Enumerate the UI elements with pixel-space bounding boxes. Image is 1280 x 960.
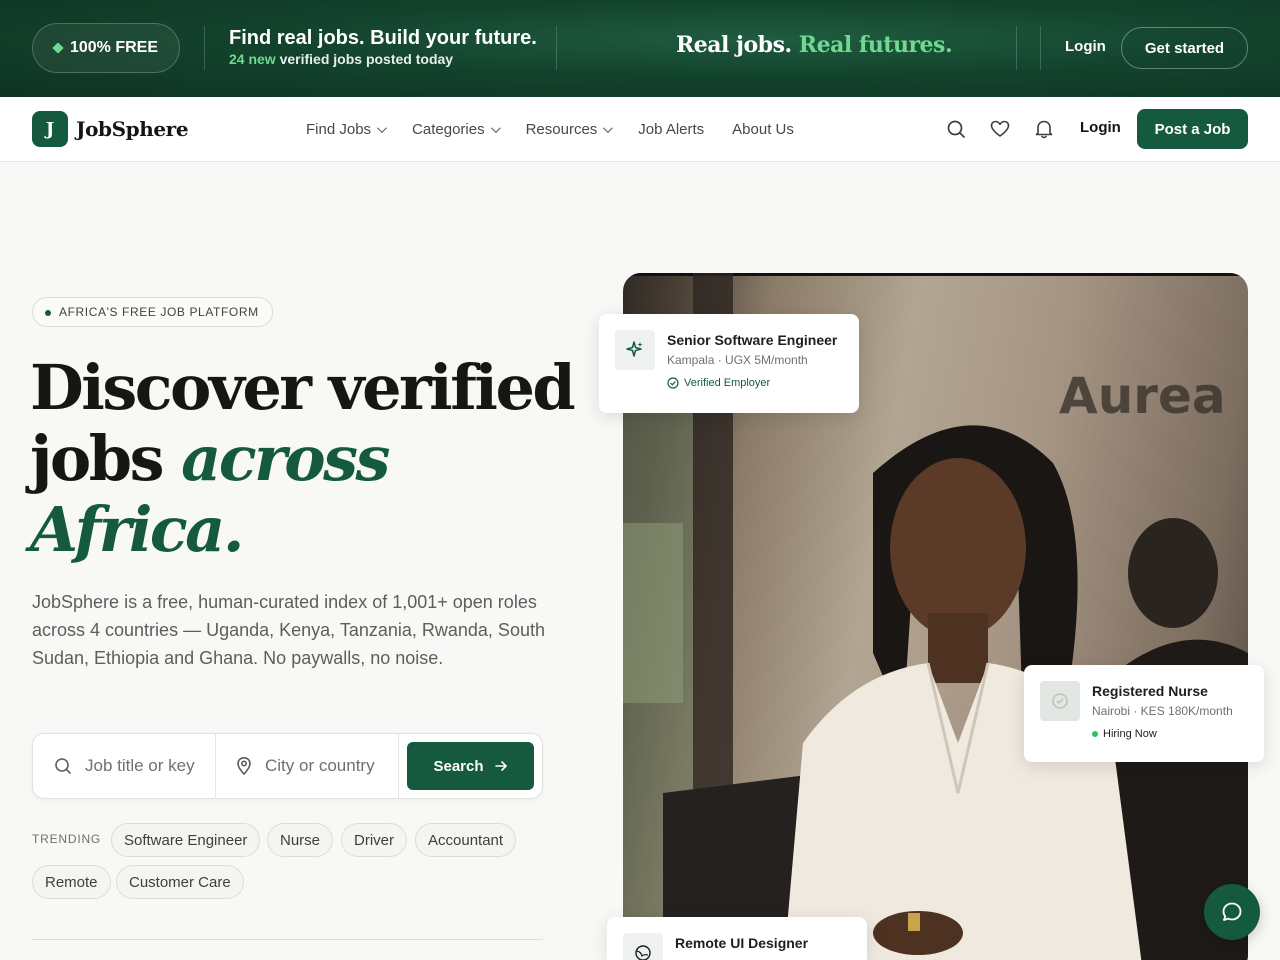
nav-link-label: Find Jobs xyxy=(306,120,372,138)
search-icon[interactable] xyxy=(945,118,967,140)
search-button-label: Search xyxy=(433,757,484,775)
bell-icon[interactable] xyxy=(1033,118,1055,140)
job-card[interactable]: Remote UI Designer xyxy=(607,917,867,960)
nav-find-jobs[interactable]: Find Jobs xyxy=(306,120,387,138)
wall-sign: Aurea xyxy=(1059,367,1226,425)
nav-job-alerts[interactable]: Job Alerts xyxy=(638,121,704,138)
verified-badge: Verified Employer xyxy=(667,377,770,389)
main-nav: J JobSphere Find Jobs Categories Resourc… xyxy=(0,97,1280,162)
verified-badge-label: Verified Employer xyxy=(684,377,771,389)
check-circle-icon xyxy=(667,377,679,389)
heart-icon[interactable] xyxy=(989,118,1011,140)
promo-banner: 100% FREE Find real jobs. Build your fut… xyxy=(0,0,1280,97)
divider xyxy=(1040,26,1041,70)
divider xyxy=(204,26,205,70)
hero-title-line-2: jobs across xyxy=(30,423,590,494)
job-card-title: Registered Nurse xyxy=(1092,683,1208,699)
divider xyxy=(215,734,216,798)
sparkle-icon xyxy=(626,341,643,357)
nav-categories[interactable]: Categories xyxy=(412,120,501,138)
nav-login-link[interactable]: Login xyxy=(1080,119,1121,136)
nav-links: Find Jobs Categories Resources Job Alert… xyxy=(306,97,794,161)
hero-title-line-1: Discover verified xyxy=(30,351,576,424)
hiring-badge: Hiring Now xyxy=(1092,728,1157,740)
trending-chip[interactable]: Customer Care xyxy=(116,865,244,899)
promo-login-link[interactable]: Login xyxy=(1065,38,1106,55)
nav-link-label: About Us xyxy=(732,120,794,138)
hiring-badge-label: Hiring Now xyxy=(1103,728,1157,740)
divider xyxy=(398,734,399,798)
promo-headline: Find real jobs. Build your future. xyxy=(229,27,537,49)
card-icon-box xyxy=(1040,681,1080,721)
hero-title-word: jobs xyxy=(30,422,182,495)
chevron-down-icon xyxy=(377,122,387,133)
job-card[interactable]: Registered Nurse Nairobi · KES 180K/mont… xyxy=(1024,665,1264,762)
new-jobs-count: 24 new xyxy=(229,51,276,67)
job-card[interactable]: Senior Software Engineer Kampala · UGX 5… xyxy=(599,314,859,413)
free-badge-label: 100% FREE xyxy=(69,39,159,56)
promo-subline-text: verified jobs posted today xyxy=(279,51,454,67)
globe-icon xyxy=(635,945,651,960)
trending-chip[interactable]: Driver xyxy=(341,823,407,857)
nav-link-label: Categories xyxy=(412,120,485,138)
job-card-title: Remote UI Designer xyxy=(675,935,809,951)
eyebrow-badge: AFRICA'S FREE JOB PLATFORM xyxy=(32,297,273,327)
divider xyxy=(556,26,557,70)
location-placeholder: City or country xyxy=(265,756,375,775)
trending-chip[interactable]: Remote xyxy=(32,865,111,899)
chat-button[interactable] xyxy=(1204,884,1260,940)
hero-title-accent: across xyxy=(181,422,390,495)
location-input[interactable]: City or country xyxy=(235,734,405,798)
check-circle-icon xyxy=(1052,693,1068,709)
logo-badge[interactable]: J xyxy=(32,111,68,147)
free-badge: 100% FREE xyxy=(32,23,180,73)
logo-text[interactable]: JobSphere xyxy=(76,117,189,141)
hero-description: JobSphere is a free, human-curated index… xyxy=(32,592,545,668)
map-pin-icon xyxy=(237,756,251,776)
arrow-right-icon xyxy=(494,761,507,771)
keyword-input[interactable]: Job title or key xyxy=(53,734,228,798)
trending-chip[interactable]: Software Engineer xyxy=(111,823,261,857)
post-job-button[interactable]: Post a Job xyxy=(1137,109,1248,149)
slogan-part-a: Real jobs. xyxy=(676,32,792,58)
keyword-placeholder: Job title or key xyxy=(85,756,195,775)
job-card-meta: Kampala · UGX 5M/month xyxy=(667,353,808,367)
promo-subline: 24 new verified jobs posted today xyxy=(229,51,453,67)
divider xyxy=(32,939,543,940)
nav-resources[interactable]: Resources xyxy=(525,120,614,138)
chevron-down-icon xyxy=(490,122,501,133)
job-card-meta: Nairobi · KES 180K/month xyxy=(1092,704,1233,718)
search-button[interactable]: Search xyxy=(407,742,534,790)
hero-title: Discover verified jobs across Africa. xyxy=(30,352,590,565)
search-icon xyxy=(55,758,71,774)
trending-chip[interactable]: Nurse xyxy=(267,823,334,857)
promo-slogan: Real jobs. Real futures. xyxy=(676,32,953,58)
job-card-title: Senior Software Engineer xyxy=(667,332,838,348)
trending-label: TRENDING xyxy=(32,832,102,846)
trending-chip[interactable]: Accountant xyxy=(415,823,517,857)
job-search-bar: Job title or key City or country Search xyxy=(32,733,543,799)
diamond-icon xyxy=(52,42,64,54)
card-icon-box xyxy=(623,933,663,960)
status-dot-icon xyxy=(1092,731,1098,737)
nav-link-label: Resources xyxy=(525,120,598,138)
card-icon-box xyxy=(615,330,655,370)
divider xyxy=(1016,26,1017,70)
get-started-button[interactable]: Get started xyxy=(1121,27,1248,69)
nav-link-label: Job Alerts xyxy=(638,120,705,138)
hero-title-line-3: Africa. xyxy=(30,493,244,566)
chevron-down-icon xyxy=(603,122,614,133)
nav-about-us[interactable]: About Us xyxy=(732,121,794,138)
chat-bubble-icon xyxy=(1222,902,1242,921)
slogan-part-b: Real futures. xyxy=(798,32,953,58)
